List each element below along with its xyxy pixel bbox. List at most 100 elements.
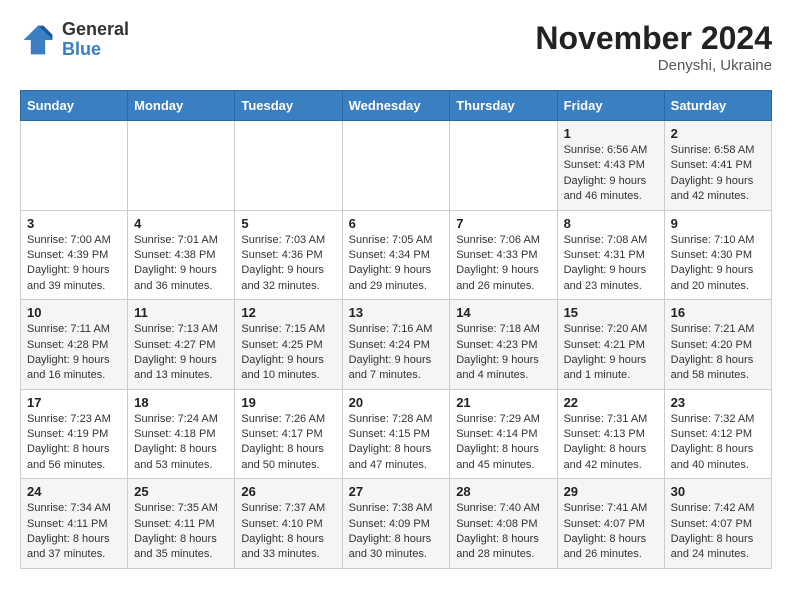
day-number: 26 bbox=[241, 484, 335, 499]
day-number: 29 bbox=[564, 484, 658, 499]
calendar-cell: 20 Sunrise: 7:28 AM Sunset: 4:15 PM Dayli… bbox=[342, 389, 450, 479]
calendar-cell: 14 Sunrise: 7:18 AM Sunset: 4:23 PM Dayli… bbox=[450, 300, 557, 390]
day-number: 13 bbox=[349, 305, 444, 320]
day-info: Sunrise: 7:29 AM Sunset: 4:14 PM Dayligh… bbox=[456, 412, 550, 474]
day-number: 8 bbox=[564, 216, 658, 231]
col-header-wednesday: Wednesday bbox=[342, 91, 450, 121]
calendar-cell: 21 Sunrise: 7:29 AM Sunset: 4:14 PM Dayli… bbox=[450, 389, 557, 479]
calendar-cell: 9 Sunrise: 7:10 AM Sunset: 4:30 PM Daylig… bbox=[664, 210, 771, 300]
day-number: 15 bbox=[564, 305, 658, 320]
calendar-cell: 1Sunrise: 6:56 AM Sunset: 4:43 PM Daylig… bbox=[557, 121, 664, 211]
day-info: Sunrise: 7:03 AM Sunset: 4:36 PM Dayligh… bbox=[241, 233, 335, 295]
day-number: 4 bbox=[134, 216, 228, 231]
day-info: Sunrise: 7:13 AM Sunset: 4:27 PM Dayligh… bbox=[134, 322, 228, 384]
day-number: 24 bbox=[27, 484, 121, 499]
calendar-week-2: 10Sunrise: 7:11 AM Sunset: 4:28 PM Dayli… bbox=[21, 300, 772, 390]
day-number: 23 bbox=[671, 395, 765, 410]
calendar-cell: 25 Sunrise: 7:35 AM Sunset: 4:11 PM Dayli… bbox=[128, 479, 235, 569]
calendar-cell: 15Sunrise: 7:20 AM Sunset: 4:21 PM Dayli… bbox=[557, 300, 664, 390]
col-header-friday: Friday bbox=[557, 91, 664, 121]
calendar-cell bbox=[21, 121, 128, 211]
day-info: Sunrise: 7:15 AM Sunset: 4:25 PM Dayligh… bbox=[241, 322, 335, 384]
day-info: Sunrise: 7:16 AM Sunset: 4:24 PM Dayligh… bbox=[349, 322, 444, 384]
calendar-cell: 30 Sunrise: 7:42 AM Sunset: 4:07 PM Dayli… bbox=[664, 479, 771, 569]
calendar-cell: 19Sunrise: 7:26 AM Sunset: 4:17 PM Dayli… bbox=[235, 389, 342, 479]
calendar-week-3: 17 Sunrise: 7:23 AM Sunset: 4:19 PM Dayli… bbox=[21, 389, 772, 479]
day-number: 3 bbox=[27, 216, 121, 231]
calendar-week-1: 3Sunrise: 7:00 AM Sunset: 4:39 PM Daylig… bbox=[21, 210, 772, 300]
day-info: Sunrise: 7:37 AM Sunset: 4:10 PM Dayligh… bbox=[241, 501, 335, 563]
calendar-cell: 2Sunrise: 6:58 AM Sunset: 4:41 PM Daylig… bbox=[664, 121, 771, 211]
calendar-cell: 3Sunrise: 7:00 AM Sunset: 4:39 PM Daylig… bbox=[21, 210, 128, 300]
calendar-cell: 10Sunrise: 7:11 AM Sunset: 4:28 PM Dayli… bbox=[21, 300, 128, 390]
day-info: Sunrise: 7:21 AM Sunset: 4:20 PM Dayligh… bbox=[671, 322, 765, 384]
day-number: 20 bbox=[349, 395, 444, 410]
calendar-cell: 18Sunrise: 7:24 AM Sunset: 4:18 PM Dayli… bbox=[128, 389, 235, 479]
day-info: Sunrise: 7:05 AM Sunset: 4:34 PM Dayligh… bbox=[349, 233, 444, 295]
logo-blue: Blue bbox=[62, 39, 101, 59]
calendar-header: SundayMondayTuesdayWednesdayThursdayFrid… bbox=[21, 91, 772, 121]
calendar-table: SundayMondayTuesdayWednesdayThursdayFrid… bbox=[20, 90, 772, 569]
calendar-cell: 12 Sunrise: 7:15 AM Sunset: 4:25 PM Dayli… bbox=[235, 300, 342, 390]
day-number: 22 bbox=[564, 395, 658, 410]
day-info: Sunrise: 7:23 AM Sunset: 4:19 PM Dayligh… bbox=[27, 412, 121, 474]
calendar-cell: 29 Sunrise: 7:41 AM Sunset: 4:07 PM Dayli… bbox=[557, 479, 664, 569]
day-number: 25 bbox=[134, 484, 228, 499]
calendar-cell: 6 Sunrise: 7:05 AM Sunset: 4:34 PM Daylig… bbox=[342, 210, 450, 300]
page-header: General Blue November 2024 Denyshi, Ukra… bbox=[20, 20, 772, 74]
calendar-cell: 23 Sunrise: 7:32 AM Sunset: 4:12 PM Dayli… bbox=[664, 389, 771, 479]
day-number: 9 bbox=[671, 216, 765, 231]
col-header-thursday: Thursday bbox=[450, 91, 557, 121]
calendar-cell bbox=[450, 121, 557, 211]
day-number: 21 bbox=[456, 395, 550, 410]
day-number: 18 bbox=[134, 395, 228, 410]
calendar-cell: 27Sunrise: 7:38 AM Sunset: 4:09 PM Dayli… bbox=[342, 479, 450, 569]
logo-text: General Blue bbox=[62, 20, 129, 60]
day-info: Sunrise: 7:42 AM Sunset: 4:07 PM Dayligh… bbox=[671, 501, 765, 563]
day-number: 5 bbox=[241, 216, 335, 231]
calendar-cell: 4 Sunrise: 7:01 AM Sunset: 4:38 PM Daylig… bbox=[128, 210, 235, 300]
day-info: Sunrise: 7:11 AM Sunset: 4:28 PM Dayligh… bbox=[27, 322, 121, 384]
day-info: Sunrise: 7:08 AM Sunset: 4:31 PM Dayligh… bbox=[564, 233, 658, 295]
day-info: Sunrise: 7:40 AM Sunset: 4:08 PM Dayligh… bbox=[456, 501, 550, 563]
day-number: 14 bbox=[456, 305, 550, 320]
logo-general: General bbox=[62, 19, 129, 39]
day-info: Sunrise: 7:34 AM Sunset: 4:11 PM Dayligh… bbox=[27, 501, 121, 563]
day-info: Sunrise: 7:10 AM Sunset: 4:30 PM Dayligh… bbox=[671, 233, 765, 295]
col-header-tuesday: Tuesday bbox=[235, 91, 342, 121]
month-title: November 2024 bbox=[535, 20, 772, 57]
day-number: 16 bbox=[671, 305, 765, 320]
calendar-cell bbox=[342, 121, 450, 211]
col-header-sunday: Sunday bbox=[21, 91, 128, 121]
calendar-cell: 7Sunrise: 7:06 AM Sunset: 4:33 PM Daylig… bbox=[450, 210, 557, 300]
col-header-saturday: Saturday bbox=[664, 91, 771, 121]
calendar-cell: 28 Sunrise: 7:40 AM Sunset: 4:08 PM Dayli… bbox=[450, 479, 557, 569]
calendar-cell: 16 Sunrise: 7:21 AM Sunset: 4:20 PM Dayli… bbox=[664, 300, 771, 390]
calendar-cell: 26 Sunrise: 7:37 AM Sunset: 4:10 PM Dayli… bbox=[235, 479, 342, 569]
day-number: 17 bbox=[27, 395, 121, 410]
calendar-cell: 5 Sunrise: 7:03 AM Sunset: 4:36 PM Daylig… bbox=[235, 210, 342, 300]
day-number: 1 bbox=[564, 126, 658, 141]
calendar-cell bbox=[128, 121, 235, 211]
day-number: 7 bbox=[456, 216, 550, 231]
day-info: Sunrise: 7:41 AM Sunset: 4:07 PM Dayligh… bbox=[564, 501, 658, 563]
day-number: 11 bbox=[134, 305, 228, 320]
day-info: Sunrise: 7:31 AM Sunset: 4:13 PM Dayligh… bbox=[564, 412, 658, 474]
calendar-cell: 22 Sunrise: 7:31 AM Sunset: 4:13 PM Dayli… bbox=[557, 389, 664, 479]
title-block: November 2024 Denyshi, Ukraine bbox=[535, 20, 772, 74]
day-info: Sunrise: 7:28 AM Sunset: 4:15 PM Dayligh… bbox=[349, 412, 444, 474]
day-info: Sunrise: 7:35 AM Sunset: 4:11 PM Dayligh… bbox=[134, 501, 228, 563]
day-number: 19 bbox=[241, 395, 335, 410]
calendar-cell: 13 Sunrise: 7:16 AM Sunset: 4:24 PM Dayli… bbox=[342, 300, 450, 390]
day-info: Sunrise: 7:01 AM Sunset: 4:38 PM Dayligh… bbox=[134, 233, 228, 295]
day-info: Sunrise: 7:18 AM Sunset: 4:23 PM Dayligh… bbox=[456, 322, 550, 384]
day-number: 28 bbox=[456, 484, 550, 499]
day-info: Sunrise: 7:32 AM Sunset: 4:12 PM Dayligh… bbox=[671, 412, 765, 474]
day-number: 2 bbox=[671, 126, 765, 141]
calendar-cell bbox=[235, 121, 342, 211]
day-number: 12 bbox=[241, 305, 335, 320]
day-number: 6 bbox=[349, 216, 444, 231]
calendar-cell: 11 Sunrise: 7:13 AM Sunset: 4:27 PM Dayli… bbox=[128, 300, 235, 390]
day-number: 30 bbox=[671, 484, 765, 499]
day-number: 27 bbox=[349, 484, 444, 499]
